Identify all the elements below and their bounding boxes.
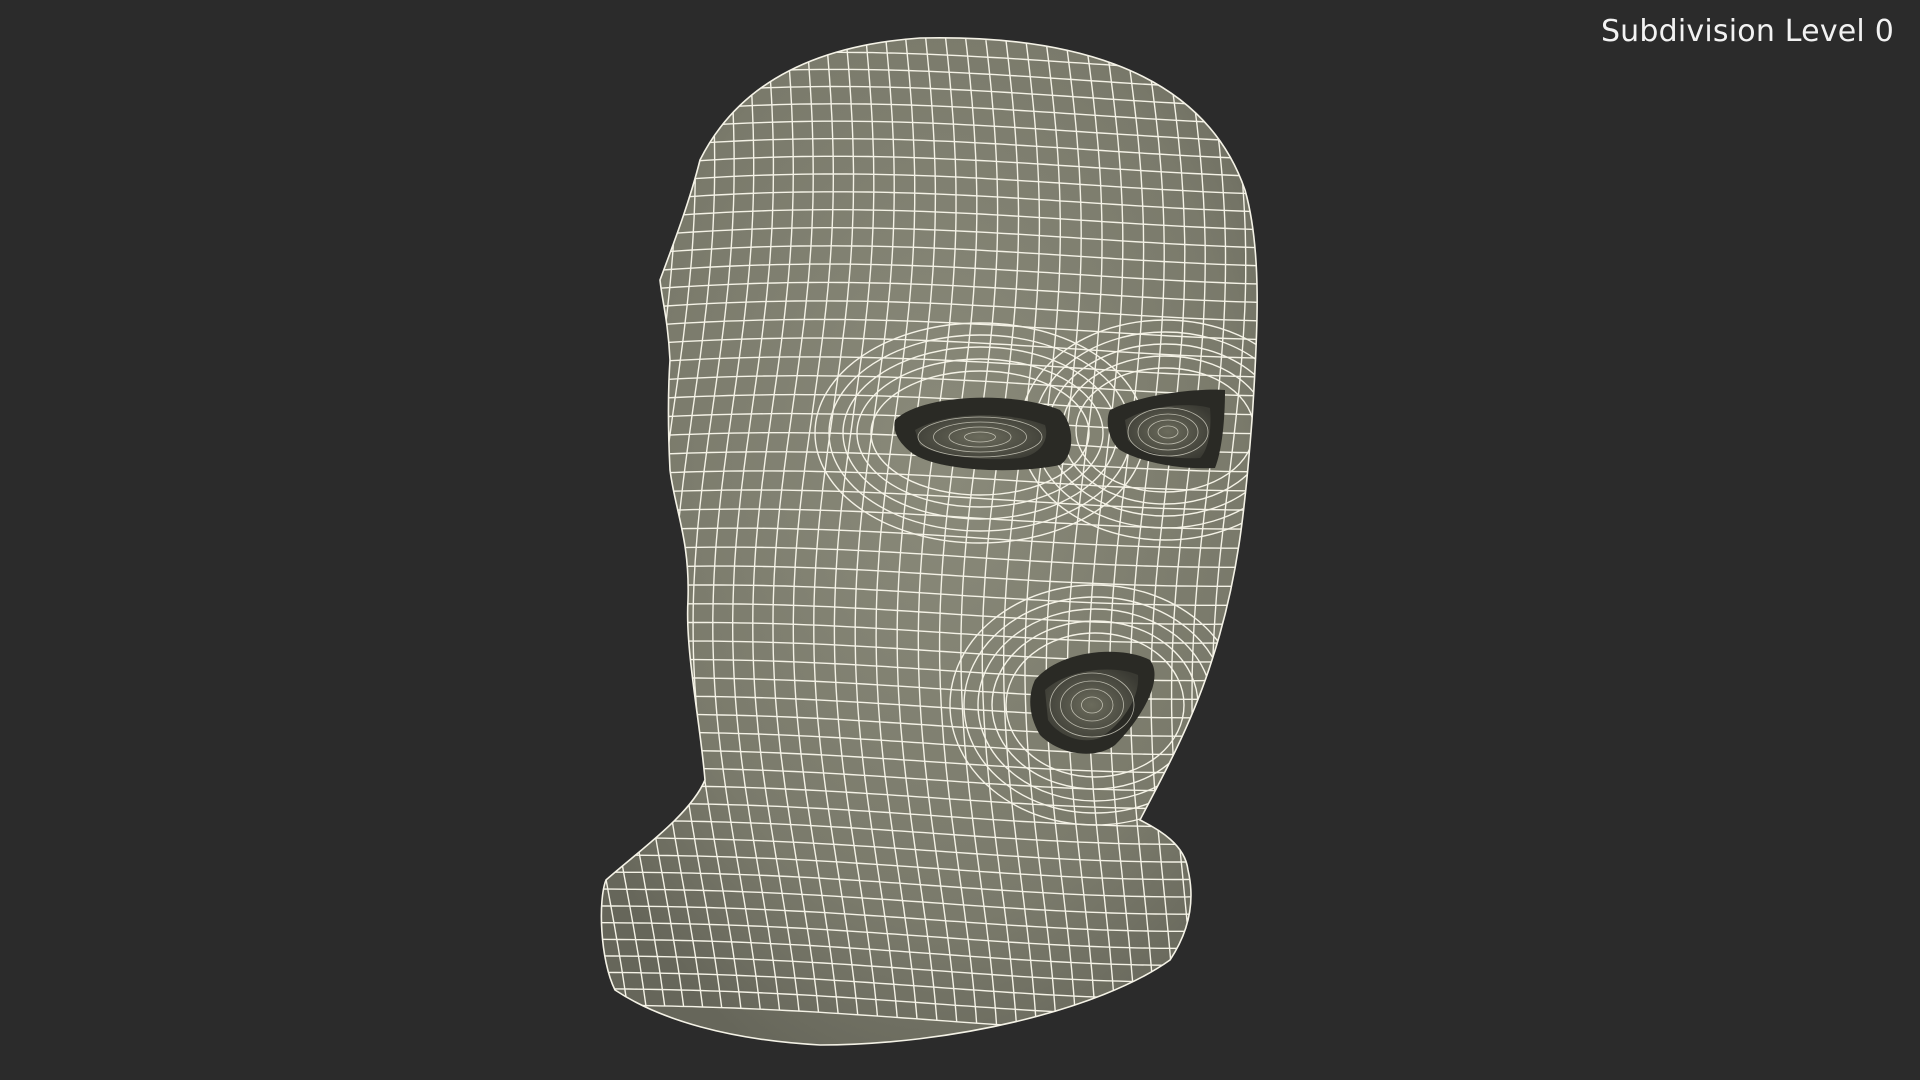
balaclava-model [600,36,1305,1046]
mesh-edge-vertical [1251,56,1258,1030]
mesh-edge-vertical [601,47,628,1006]
subdivision-level-label: Subdivision Level 0 [1600,14,1894,49]
mesh-edge-vertical [1272,57,1305,1029]
3d-viewport[interactable]: Subdivision Level 0 [0,0,1920,1080]
